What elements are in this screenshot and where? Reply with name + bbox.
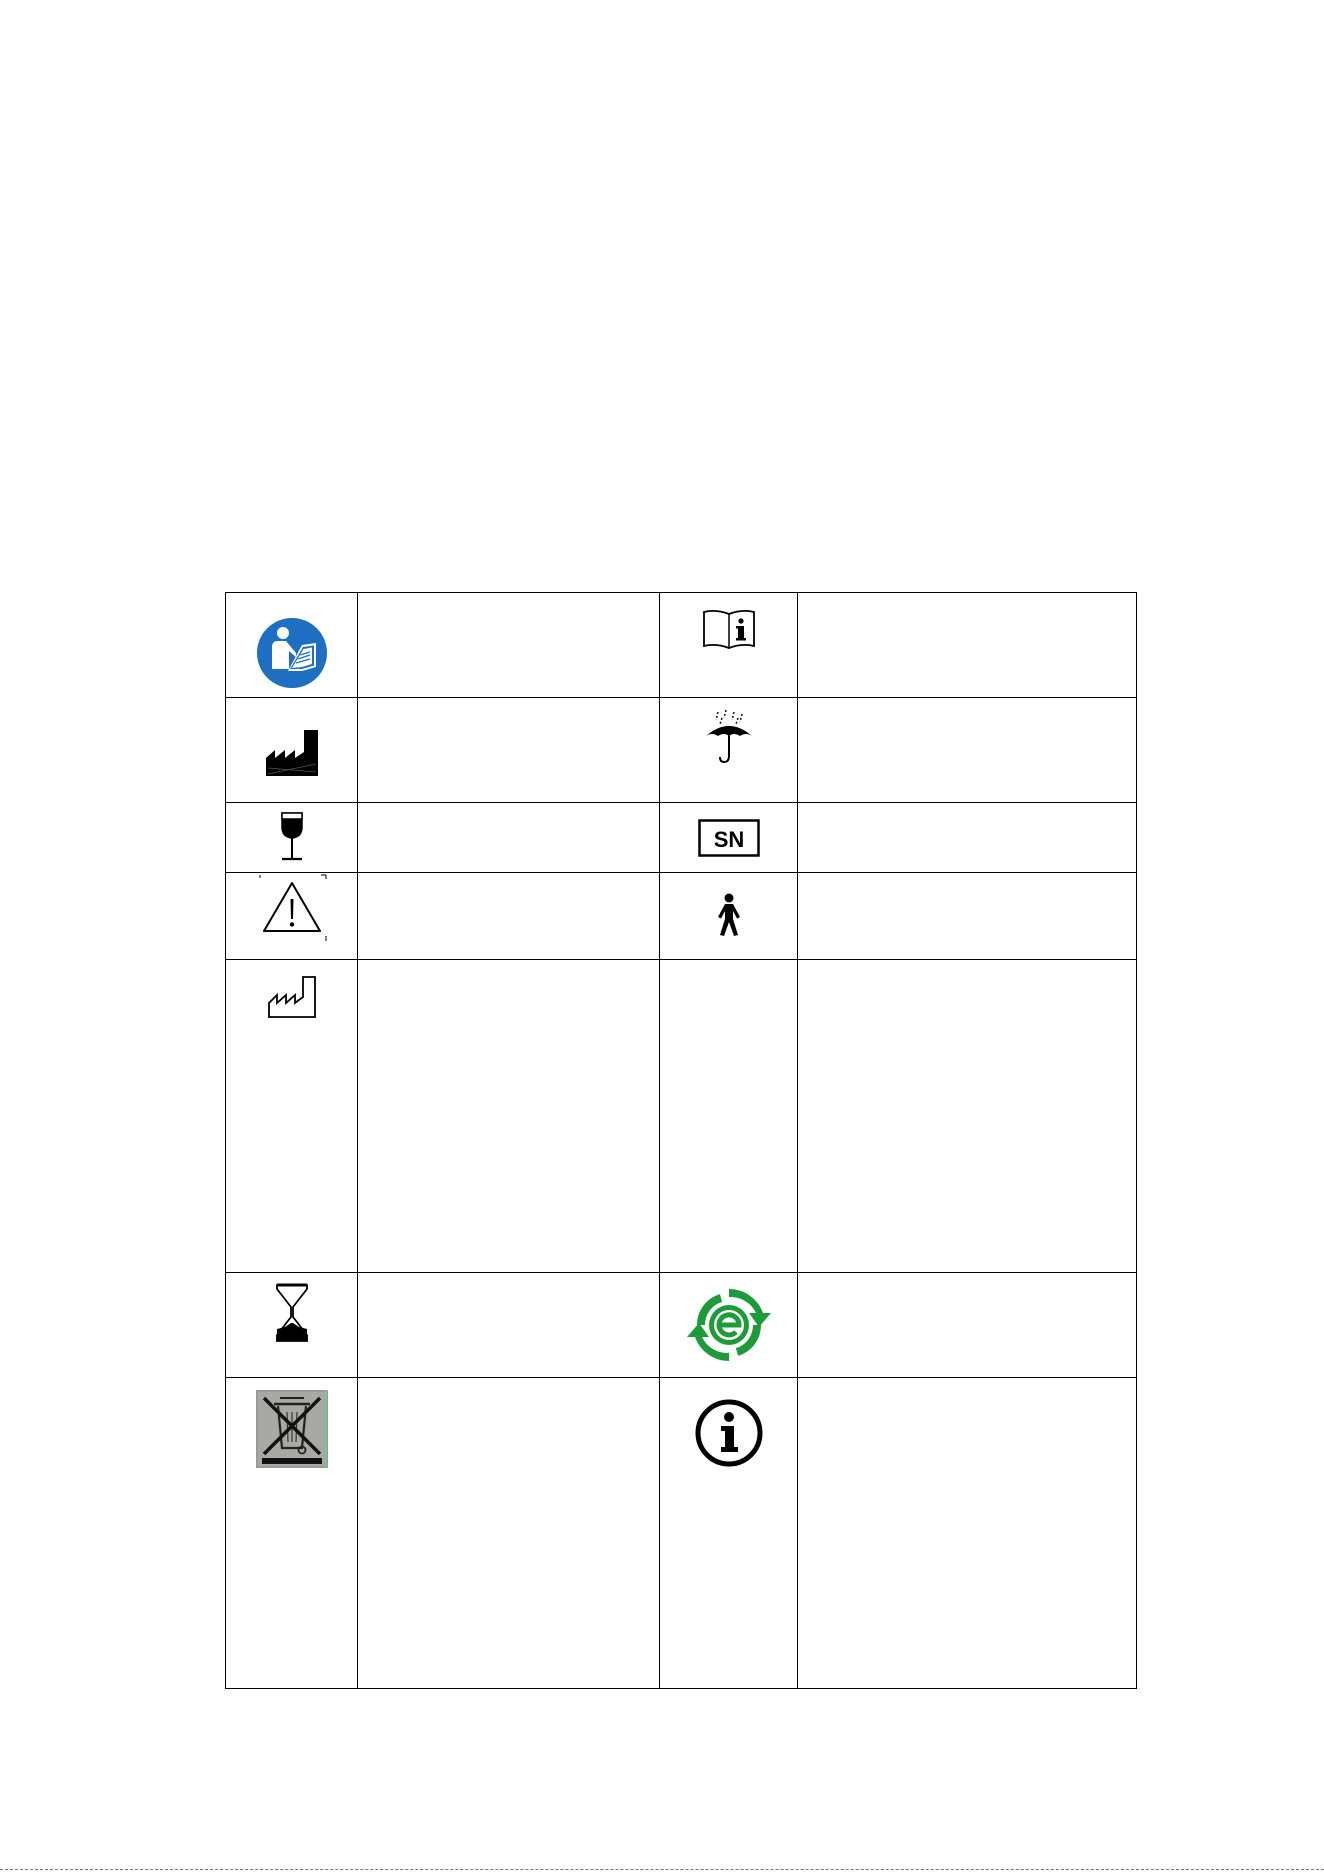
symbol-description	[357, 697, 660, 803]
symbol-description	[797, 802, 1137, 873]
symbol-cell	[225, 959, 358, 1273]
symbol-description	[797, 1377, 1137, 1689]
table-row	[225, 1272, 1137, 1378]
symbol-description	[797, 872, 1137, 960]
table-row	[225, 592, 1137, 698]
symbol-description	[797, 959, 1137, 1273]
symbol-cell-empty	[659, 959, 798, 1273]
symbol-description	[357, 1272, 660, 1378]
symbol-cell	[659, 1272, 798, 1378]
manufacturer-icon	[264, 728, 320, 778]
symbol-description	[797, 1272, 1137, 1378]
symbol-description	[357, 959, 660, 1273]
symbol-description	[357, 1377, 660, 1689]
symbol-description	[357, 802, 660, 873]
symbol-description	[357, 872, 660, 960]
symbol-description	[357, 592, 660, 698]
table-row	[225, 959, 1137, 1273]
keep-dry-icon	[704, 710, 754, 764]
symbol-cell	[225, 697, 358, 803]
symbol-cell	[659, 592, 798, 698]
symbol-cell	[659, 697, 798, 803]
serial-number-label: SN	[713, 827, 744, 852]
symbol-cell	[225, 1272, 358, 1378]
read-manual-icon	[256, 617, 328, 689]
symbol-description	[797, 592, 1137, 698]
caution-icon	[256, 873, 328, 945]
symbol-cell	[225, 592, 358, 698]
symbol-cell	[659, 872, 798, 960]
weee-disposal-icon	[255, 1390, 328, 1468]
table-row	[225, 1377, 1137, 1689]
environment-friendly-use-period-icon	[681, 1283, 777, 1367]
symbol-cell	[225, 802, 358, 873]
symbol-description	[797, 697, 1137, 803]
fragile-icon	[277, 811, 307, 863]
symbol-cell: SN	[659, 802, 798, 873]
table-row	[225, 697, 1137, 803]
instructions-info-icon	[701, 609, 757, 649]
table-row: SN	[225, 802, 1137, 873]
symbols-table: SN	[225, 592, 1137, 1689]
serial-number-icon: SN	[697, 819, 760, 857]
symbol-cell	[225, 1377, 358, 1689]
page-bottom-rule	[0, 1869, 1324, 1870]
symbol-cell	[225, 872, 358, 960]
symbol-cell	[659, 1377, 798, 1689]
type-b-applied-part-icon	[713, 893, 745, 937]
use-by-date-icon	[275, 1283, 309, 1343]
table-row	[225, 872, 1137, 960]
information-icon	[694, 1398, 764, 1468]
date-of-manufacture-icon	[267, 975, 317, 1019]
